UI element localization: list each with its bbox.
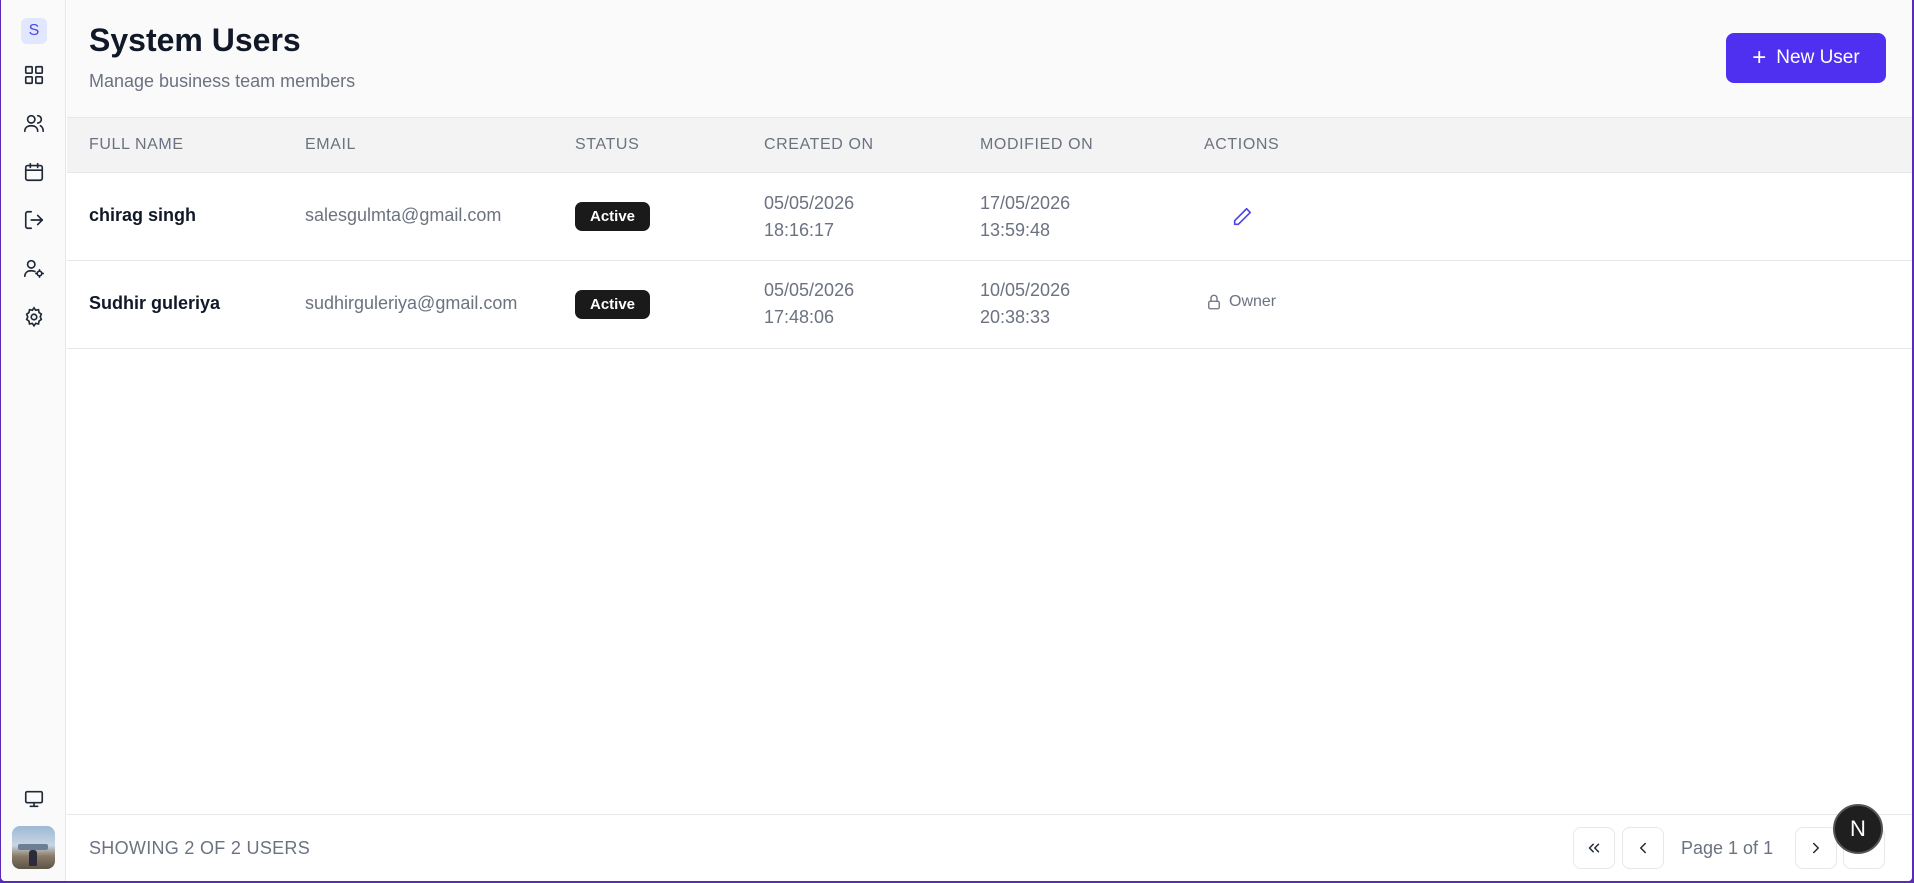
table-footer: SHOWING 2 OF 2 USERS Page 1 of 1 <box>67 814 1912 881</box>
page-title: System Users <box>89 22 301 58</box>
chevron-right-icon <box>1813 842 1819 854</box>
owner-text: Owner <box>1229 293 1277 310</box>
avatar[interactable] <box>12 826 55 869</box>
monitor-icon[interactable] <box>19 784 49 814</box>
status-badge: Active <box>575 202 651 231</box>
column-header-created-on[interactable]: Created On <box>764 136 874 154</box>
page-header: System Users Manage business team member… <box>67 0 1912 118</box>
status-badge: Active <box>575 290 651 319</box>
chevron-left-icon <box>1640 842 1646 854</box>
users-icon[interactable] <box>19 108 49 138</box>
calendar-icon[interactable] <box>19 157 49 187</box>
user-email: salesgulmta@gmail.com <box>305 205 502 225</box>
chevrons-left-icon <box>1588 843 1600 853</box>
created-on: 05/05/2026 18:16:17 <box>764 190 854 244</box>
next-page-button[interactable] <box>1795 827 1837 869</box>
modified-date: 17/05/2026 <box>980 193 1071 213</box>
table-header: Full Name Email Status Created On Modifi… <box>67 118 1912 173</box>
floating-action-button[interactable]: N <box>1833 804 1883 854</box>
page-subtitle: Manage business team members <box>89 71 356 91</box>
app-window: S System Users Manage business team memb… <box>1 0 1912 881</box>
table-row[interactable]: Sudhir guleriya sudhirguleriya@gmail.com… <box>67 261 1912 349</box>
modified-on: 10/05/2026 20:38:33 <box>980 277 1070 331</box>
modified-date: 10/05/2026 <box>980 280 1071 300</box>
showing-count: SHOWING 2 OF 2 USERS <box>89 838 311 858</box>
sidebar: S <box>1 0 66 881</box>
user-settings-icon[interactable] <box>19 253 49 283</box>
created-time: 18:16:17 <box>764 220 835 240</box>
plus-icon: + <box>1752 44 1767 71</box>
created-time: 17:48:06 <box>764 307 835 327</box>
column-header-full-name[interactable]: Full Name <box>89 136 184 154</box>
user-full-name: chirag singh <box>89 205 197 225</box>
main-content: System Users Manage business team member… <box>67 0 1912 881</box>
user-full-name: Sudhir guleriya <box>89 293 221 313</box>
created-on: 05/05/2026 17:48:06 <box>764 277 854 331</box>
column-header-email[interactable]: Email <box>305 136 356 154</box>
logout-icon[interactable] <box>19 205 49 235</box>
column-header-modified-on[interactable]: Modified On <box>980 136 1093 154</box>
modified-on: 17/05/2026 13:59:48 <box>980 190 1070 244</box>
new-user-label: New User <box>1776 47 1860 68</box>
dashboard-grid-icon[interactable] <box>19 60 49 90</box>
new-user-button[interactable]: + New User <box>1726 33 1886 83</box>
first-page-button[interactable] <box>1573 827 1615 869</box>
gear-icon[interactable] <box>19 302 49 332</box>
modified-time: 20:38:33 <box>980 307 1051 327</box>
table-row[interactable]: chirag singh salesgulmta@gmail.com Activ… <box>67 173 1912 261</box>
previous-page-button[interactable] <box>1622 827 1664 869</box>
column-header-actions: Actions <box>1204 136 1280 153</box>
column-header-status[interactable]: Status <box>575 136 639 154</box>
user-email: sudhirguleriya@gmail.com <box>305 293 518 313</box>
modified-time: 13:59:48 <box>980 220 1051 240</box>
created-date: 05/05/2026 <box>764 280 855 300</box>
owner-label: Owner <box>1205 293 1276 311</box>
lock-icon <box>1208 294 1220 310</box>
edit-icon[interactable] <box>1227 202 1257 232</box>
created-date: 05/05/2026 <box>764 193 855 213</box>
page-info: Page 1 of 1 <box>1681 838 1774 858</box>
brand-logo[interactable]: S <box>21 18 47 44</box>
